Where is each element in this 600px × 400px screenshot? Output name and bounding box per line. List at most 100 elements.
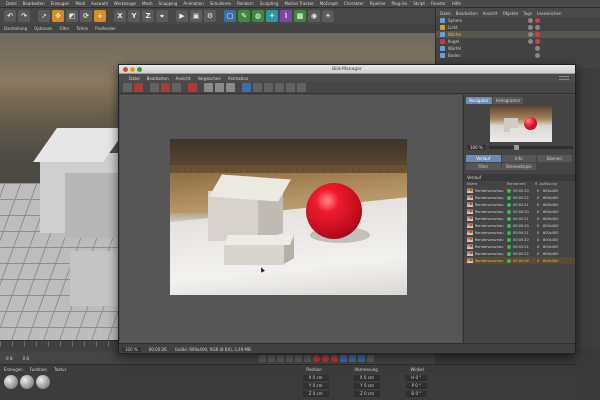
column-name[interactable]: Name (467, 182, 505, 186)
save-icon[interactable] (134, 83, 143, 92)
split-vertical-icon[interactable] (226, 83, 235, 92)
pv-menu-item[interactable]: Vergleichen (197, 76, 220, 81)
axis-z-button[interactable]: Z (142, 10, 154, 22)
next-key-icon[interactable] (295, 354, 303, 362)
status-zoom[interactable]: 100 % (122, 346, 141, 352)
floor-icon[interactable]: ▦ (294, 10, 306, 22)
object-row[interactable]: Würfel (436, 45, 600, 52)
scale-key-icon[interactable] (349, 354, 357, 362)
autokey-icon[interactable] (322, 354, 330, 362)
go-to-end-icon[interactable] (304, 354, 312, 362)
select-icon[interactable]: ➚ (38, 10, 50, 22)
material-tag-icon[interactable] (535, 32, 540, 37)
tag-icon[interactable] (535, 25, 540, 30)
object-row[interactable]: Boden (436, 52, 600, 59)
zoom-slider-handle[interactable] (514, 145, 519, 150)
coord-field[interactable]: Y 0 cm (354, 383, 380, 389)
record-icon[interactable] (313, 354, 321, 362)
tag-icon[interactable] (535, 53, 540, 58)
coord-field[interactable]: P 0 ° (405, 383, 428, 389)
subdivision-icon[interactable]: ◍ (252, 10, 264, 22)
material-tag-icon[interactable] (535, 18, 540, 23)
ab-compare-icon[interactable] (150, 83, 159, 92)
tab-stereo[interactable]: Stereoskopie (501, 163, 537, 170)
rendered-image[interactable] (170, 139, 407, 295)
column-r[interactable]: R (535, 182, 537, 186)
create-icon[interactable]: + (94, 10, 106, 22)
coord-field[interactable]: B 0 ° (405, 391, 428, 397)
go-to-start-icon[interactable] (259, 354, 267, 362)
menu-item[interactable]: Erzeugen (51, 1, 70, 6)
menu-item[interactable]: Hilfe (452, 1, 461, 6)
rotate-icon[interactable]: ⟳ (80, 10, 92, 22)
history-row[interactable]: Rendervorschau 00:00:21 0 600x400 (464, 201, 575, 208)
pen-spline-icon[interactable]: ✎ (238, 10, 250, 22)
frame-current-field[interactable]: 0 B (23, 356, 30, 361)
history-row[interactable]: Rendervorschau 00:00:20 0 600x400 (464, 236, 575, 243)
axis-y-button[interactable]: Y (128, 10, 140, 22)
tab-navigator[interactable]: Navigator (466, 97, 492, 104)
single-view-icon[interactable] (253, 83, 262, 92)
object-row[interactable]: Kugel (436, 38, 600, 45)
tag-icon[interactable] (528, 25, 533, 30)
om-menu-item[interactable]: Tags (523, 11, 532, 16)
zoom-slider[interactable] (488, 145, 573, 150)
open-file-icon[interactable] (123, 83, 132, 92)
navigator-preview[interactable] (490, 106, 552, 142)
menu-item[interactable]: Modi (75, 1, 85, 6)
render-view-icon[interactable]: ▶ (176, 10, 188, 22)
axis-x-button[interactable]: X (114, 10, 126, 22)
render-icon[interactable] (188, 83, 197, 92)
play-icon[interactable] (286, 354, 294, 362)
redo-icon[interactable]: ↷ (18, 10, 30, 22)
menu-item[interactable]: Motion Tracker (284, 1, 313, 6)
filter-icon[interactable] (264, 83, 273, 92)
mat-menu-item[interactable]: Funktion (30, 367, 47, 372)
material-swatch[interactable] (20, 375, 34, 389)
split-view-icon[interactable] (204, 83, 213, 92)
render-picture-viewer-icon[interactable]: ▣ (190, 10, 202, 22)
tab-histogram[interactable]: Histogramm (492, 97, 524, 104)
material-swatch[interactable] (36, 375, 50, 389)
coord-field[interactable]: Z 0 cm (302, 391, 329, 397)
om-menu-item[interactable]: Datei (440, 11, 451, 16)
window-titlebar[interactable]: Bild-Manager (119, 65, 575, 74)
tag-icon[interactable] (535, 46, 540, 51)
menu-item[interactable]: Pipeline (370, 1, 386, 6)
history-row-selected[interactable]: Rendervorschau 00:00:26 0 600x400 (464, 257, 575, 264)
undo-icon[interactable]: ↶ (4, 10, 16, 22)
previous-key-icon[interactable] (268, 354, 276, 362)
render-region-icon[interactable] (172, 83, 181, 92)
history-row[interactable]: Rendervorschau 00:00:20 0 600x400 (464, 187, 575, 194)
menu-item[interactable]: Animation (183, 1, 203, 6)
coord-field[interactable]: X 0 cm (353, 375, 380, 381)
camera-icon[interactable]: ◉ (308, 10, 320, 22)
pv-menu-item[interactable]: Datei (129, 76, 140, 81)
object-row[interactable]: Würfel (436, 31, 600, 38)
material-swatch[interactable] (4, 375, 18, 389)
coord-field[interactable]: Z 0 cm (354, 391, 380, 397)
om-menu-item[interactable]: Bearbeiten (456, 11, 478, 16)
menu-item[interactable]: Plug-ins (391, 1, 407, 6)
move-icon[interactable]: ✥ (52, 10, 64, 22)
menu-item[interactable]: Datei (6, 1, 17, 6)
fit-view-icon[interactable] (242, 83, 251, 92)
viewport-menu-item[interactable]: Optionen (34, 26, 52, 31)
scale-icon[interactable]: ◩ (66, 10, 78, 22)
menu-item[interactable]: Snapping (159, 1, 178, 6)
viewport-menu-item[interactable]: ProRender (95, 26, 116, 31)
zoom-value[interactable]: 100 % (467, 145, 486, 150)
tag-icon[interactable] (528, 39, 533, 44)
stop-render-icon[interactable] (161, 83, 170, 92)
channel-icon[interactable] (275, 83, 284, 92)
menu-item[interactable]: Auswahl (91, 1, 108, 6)
menu-item[interactable]: Skript (413, 1, 425, 6)
light-icon[interactable]: ☀ (322, 10, 334, 22)
om-menu-item[interactable]: Lesezeichen (537, 11, 562, 16)
coord-field[interactable]: Y 0 cm (302, 383, 329, 389)
cube-primitive-icon[interactable]: ▢ (224, 10, 236, 22)
viewport-menu-item[interactable]: Tafeln (76, 26, 88, 31)
menu-item[interactable]: Simulieren (210, 1, 231, 6)
tab-info[interactable]: Info (501, 155, 537, 162)
menu-item[interactable]: Mesh (142, 1, 153, 6)
